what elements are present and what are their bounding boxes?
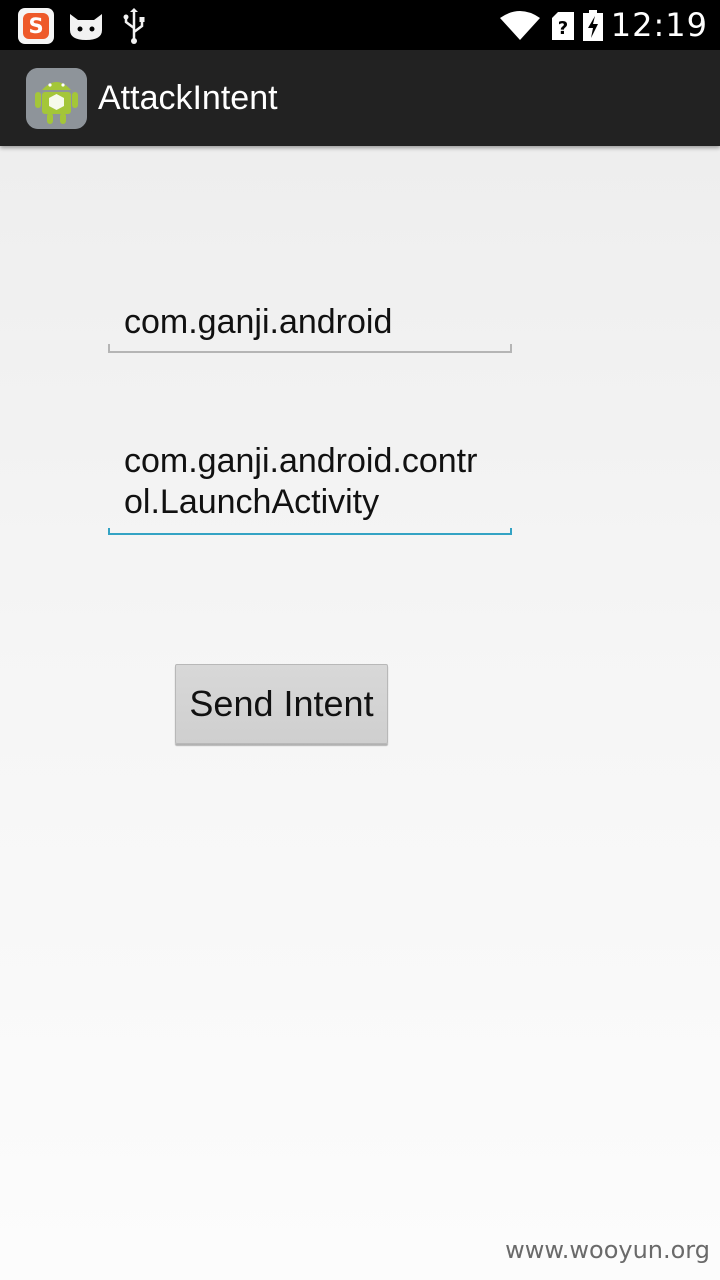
sogou-ime-icon: S	[18, 8, 54, 44]
watermark: www.wooyun.org	[505, 1236, 710, 1264]
package-name-underline	[108, 344, 512, 353]
cat-notification-icon	[70, 14, 102, 40]
usb-icon	[123, 8, 145, 44]
ime-icon-glyph: S	[23, 13, 49, 39]
android-app-icon[interactable]	[26, 68, 87, 129]
sim-unknown-icon: ?	[552, 12, 574, 40]
send-intent-button[interactable]: Send Intent	[175, 664, 388, 744]
status-bar: S ? 12:19	[0, 0, 720, 50]
package-name-value[interactable]: com.ganji.android	[108, 302, 512, 343]
app-title: AttackIntent	[98, 79, 278, 117]
package-name-field[interactable]: com.ganji.android	[108, 302, 512, 353]
activity-name-value[interactable]: com.ganji.android.control.LaunchActivity	[108, 441, 512, 523]
activity-name-field[interactable]: com.ganji.android.control.LaunchActivity	[108, 441, 512, 535]
battery-charging-icon	[583, 10, 603, 41]
action-bar: AttackIntent	[0, 50, 720, 146]
wifi-icon	[500, 11, 540, 40]
svg-text:?: ?	[558, 18, 568, 39]
activity-name-underline	[108, 528, 512, 535]
clock: 12:19	[610, 6, 708, 44]
